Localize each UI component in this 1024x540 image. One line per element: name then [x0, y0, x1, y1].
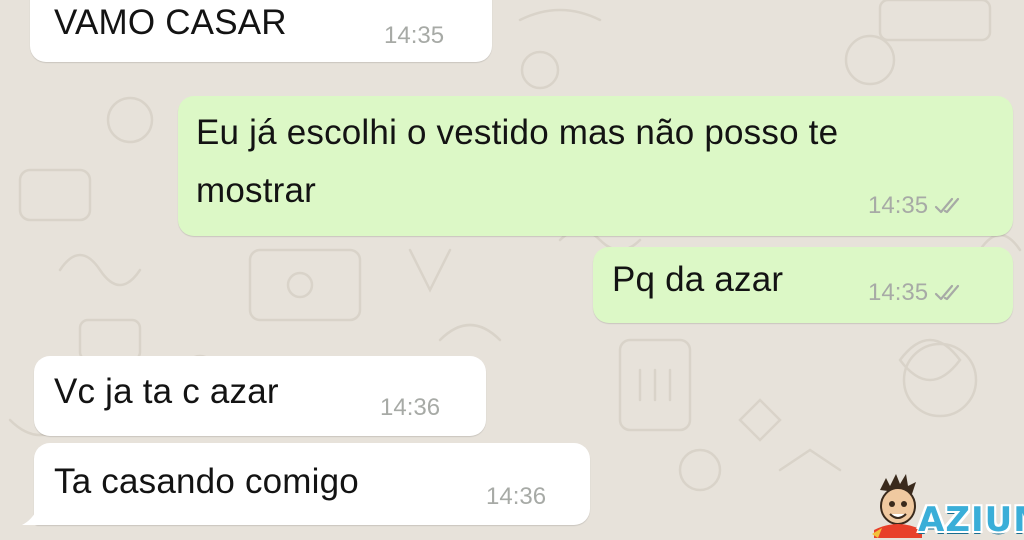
message-bubble-incoming[interactable]: Vc ja ta c azar 14:36 — [34, 356, 486, 436]
bubble-tail — [22, 503, 40, 525]
message-timestamp: 14:35 — [868, 192, 929, 219]
message-bubble-incoming[interactable]: VAMO CASAR 14:35 — [30, 0, 492, 62]
message-bubble-outgoing[interactable]: Eu já escolhi o vestido mas não posso te… — [178, 96, 1013, 236]
message-text: Pq da azar — [612, 260, 784, 299]
message-meta: 14:35 — [868, 279, 964, 307]
watermark-logo: AZIUM — [868, 472, 1024, 540]
message-text: Ta casando comigo — [54, 462, 359, 501]
message-timestamp: 14:36 — [486, 483, 547, 510]
message-timestamp: 14:35 — [868, 279, 929, 306]
message-timestamp: 14:35 — [384, 22, 445, 49]
message-text-line2: mostrar — [196, 171, 317, 210]
watermark-text: AZIUM — [918, 500, 1024, 540]
message-text: VAMO CASAR — [54, 3, 287, 42]
message-meta: 14:35 — [868, 192, 964, 220]
double-check-icon — [934, 284, 960, 301]
message-bubble-incoming[interactable]: Ta casando comigo 14:36 — [34, 443, 590, 525]
message-timestamp: 14:36 — [380, 394, 441, 421]
message-text-line1: Eu já escolhi o vestido mas não posso te — [196, 113, 839, 152]
message-bubble-outgoing[interactable]: Pq da azar 14:35 — [593, 247, 1013, 323]
message-text: Vc ja ta c azar — [54, 372, 279, 411]
double-check-icon — [934, 197, 960, 214]
